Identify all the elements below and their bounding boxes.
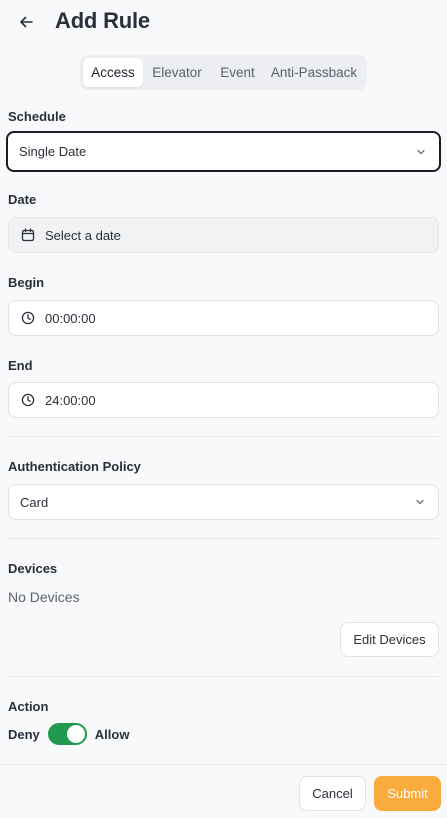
tab-access[interactable]: Access (83, 58, 143, 87)
end-time-value: 24:00:00 (45, 392, 96, 408)
tab-event[interactable]: Event (211, 58, 264, 87)
deny-label: Deny (8, 726, 40, 742)
footer-divider (0, 764, 447, 765)
action-toggle-row: Deny Allow (8, 723, 129, 745)
arrow-left-icon (20, 16, 33, 28)
end-label: End (8, 358, 33, 373)
auth-policy-select[interactable]: Card (8, 484, 439, 520)
begin-label: Begin (8, 275, 45, 290)
tab-elevator[interactable]: Elevator (143, 58, 211, 87)
rule-type-tabs: Access Elevator Event Anti-Passback (80, 55, 367, 90)
begin-time-value: 00:00:00 (45, 310, 96, 326)
devices-label: Devices (8, 561, 58, 576)
divider (8, 538, 439, 539)
toggle-knob (66, 725, 85, 743)
action-toggle-switch[interactable] (47, 723, 87, 745)
edit-devices-button[interactable]: Edit Devices (340, 622, 439, 657)
end-time-input[interactable]: 24:00:00 (8, 382, 439, 418)
back-button[interactable] (14, 10, 38, 34)
header: Add Rule (0, 0, 447, 44)
cancel-button[interactable]: Cancel (299, 776, 366, 811)
divider (8, 676, 439, 677)
devices-empty-text: No Devices (8, 589, 80, 605)
chevron-down-icon (414, 496, 426, 508)
clock-icon (20, 310, 36, 326)
schedule-value: Single Date (19, 144, 87, 159)
chevron-down-icon (415, 146, 427, 158)
date-picker[interactable]: Select a date (8, 217, 439, 253)
clock-icon (20, 392, 36, 408)
action-label: Action (8, 699, 49, 714)
schedule-label: Schedule (8, 109, 66, 124)
auth-policy-label: Authentication Policy (8, 459, 141, 474)
begin-time-input[interactable]: 00:00:00 (8, 300, 439, 336)
auth-policy-value: Card (20, 494, 49, 510)
page-title: Add Rule (55, 8, 150, 33)
date-label: Date (8, 192, 37, 207)
divider (8, 436, 439, 437)
date-placeholder: Select a date (45, 227, 121, 243)
calendar-icon (20, 227, 36, 243)
allow-label: Allow (94, 726, 130, 742)
tab-anti-passback[interactable]: Anti-Passback (264, 58, 364, 87)
schedule-select[interactable]: Single Date (6, 131, 441, 172)
submit-button[interactable]: Submit (374, 776, 441, 811)
